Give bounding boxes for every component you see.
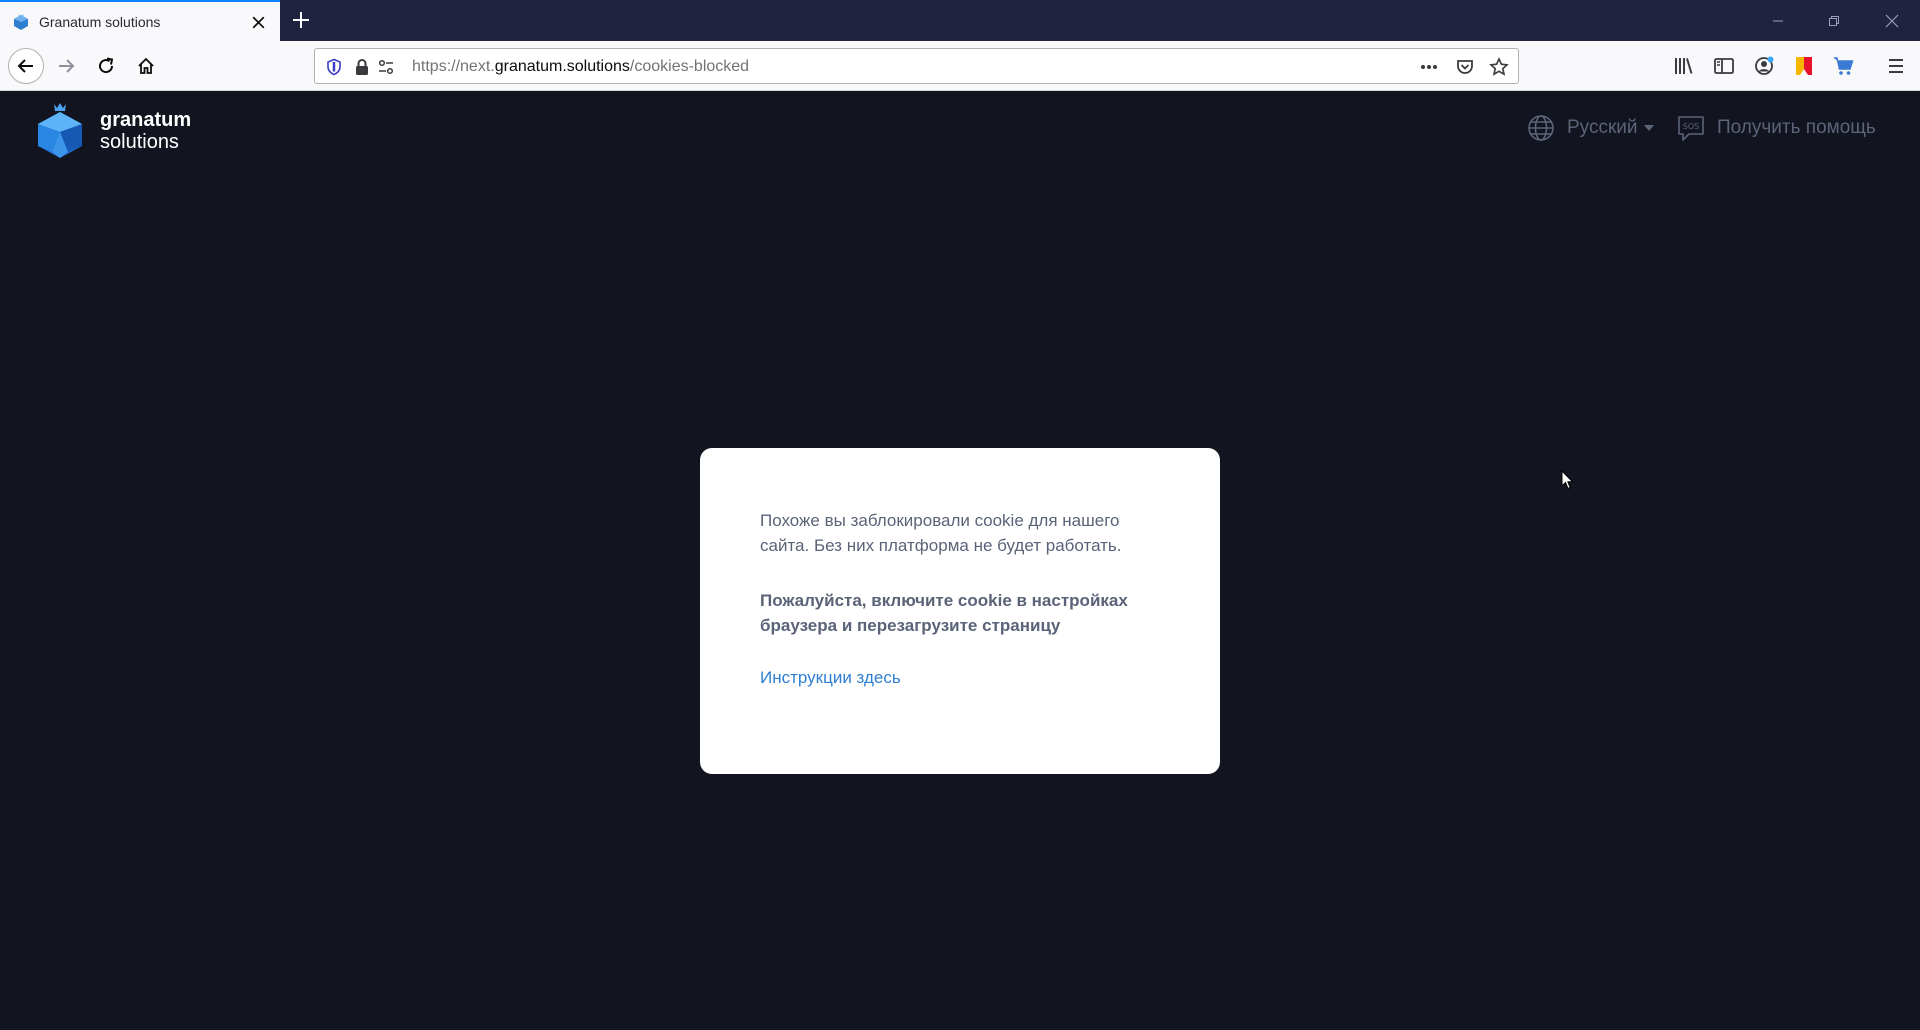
- close-window-button[interactable]: [1864, 0, 1920, 41]
- cookie-instruction: Пожалуйста, включите cookie в настройках…: [760, 591, 1128, 635]
- new-tab-plus-icon[interactable]: [290, 9, 312, 31]
- language-selector[interactable]: Русский: [1527, 114, 1654, 142]
- granatum-favicon-icon: [14, 14, 28, 30]
- logo-text: granatum solutions: [100, 109, 191, 153]
- cookies-blocked-dialog: Похоже вы заблокировали cookie для нашег…: [700, 448, 1220, 774]
- reload-button[interactable]: [90, 50, 122, 82]
- tab-title: Granatum solutions: [39, 14, 161, 30]
- close-icon: [1885, 14, 1899, 27]
- language-label: Русский: [1567, 117, 1638, 138]
- back-button[interactable]: [8, 48, 44, 84]
- url-prefix: https://next.: [412, 58, 495, 75]
- help-label: Получить помощь: [1717, 117, 1876, 138]
- page-actions-ellipsis-icon[interactable]: [1419, 57, 1439, 77]
- minimize-icon: [1773, 20, 1783, 21]
- permissions-icon[interactable]: [377, 58, 395, 76]
- url-bar[interactable]: https://next.granatum.solutions/cookies-…: [314, 48, 1519, 84]
- logo-line-1: granatum: [100, 109, 192, 131]
- granatum-logo[interactable]: granatum solutions: [32, 100, 191, 162]
- navigation-toolbar: https://next.granatum.solutions/cookies-…: [0, 41, 1920, 91]
- url-text[interactable]: https://next.granatum.solutions/cookies-…: [412, 58, 749, 76]
- lock-icon[interactable]: [353, 58, 371, 76]
- chevron-down-icon: [1643, 125, 1654, 131]
- extension-flag-icon[interactable]: [1792, 54, 1816, 78]
- shopping-cart-icon[interactable]: [1832, 54, 1856, 78]
- account-icon[interactable]: [1752, 54, 1776, 78]
- instructions-link[interactable]: Инструкции здесь: [760, 668, 901, 688]
- url-host: granatum.solutions: [494, 58, 630, 75]
- bookmark-star-icon[interactable]: [1489, 57, 1509, 77]
- library-icon[interactable]: [1672, 54, 1696, 78]
- hamburger-menu-icon[interactable]: [1884, 54, 1908, 78]
- tab-bar: Granatum solutions: [0, 0, 1920, 41]
- svg-text:SOS: SOS: [1683, 122, 1699, 131]
- globe-icon: [1528, 115, 1554, 141]
- granatum-logo-icon: [38, 103, 82, 158]
- url-path: /cookies-blocked: [629, 58, 750, 75]
- arrow-left-icon: [17, 59, 33, 73]
- tracking-protection-shield-icon[interactable]: [325, 58, 343, 76]
- sos-chat-icon: SOS: [1678, 116, 1704, 141]
- home-button[interactable]: [130, 50, 162, 82]
- get-help-link[interactable]: SOS Получить помощь: [1675, 112, 1876, 144]
- close-tab-icon[interactable]: [250, 14, 267, 31]
- arrow-right-icon: [59, 59, 75, 73]
- pocket-icon[interactable]: [1455, 57, 1475, 77]
- sidebar-icon[interactable]: [1712, 54, 1736, 78]
- restore-button[interactable]: [1806, 0, 1862, 41]
- restore-icon: [1829, 15, 1839, 26]
- minimize-button[interactable]: [1750, 0, 1806, 41]
- home-icon: [138, 57, 154, 74]
- tab-granatum[interactable]: Granatum solutions: [0, 0, 280, 41]
- logo-line-2: solutions: [100, 131, 179, 153]
- cookie-message: Похоже вы заблокировали cookie для нашег…: [760, 511, 1122, 555]
- forward-button[interactable]: [50, 50, 82, 82]
- mouse-cursor-icon: [1561, 470, 1574, 490]
- page-content: granatum solutions Русский SOS Получить …: [0, 92, 1920, 1030]
- reload-icon: [99, 57, 114, 74]
